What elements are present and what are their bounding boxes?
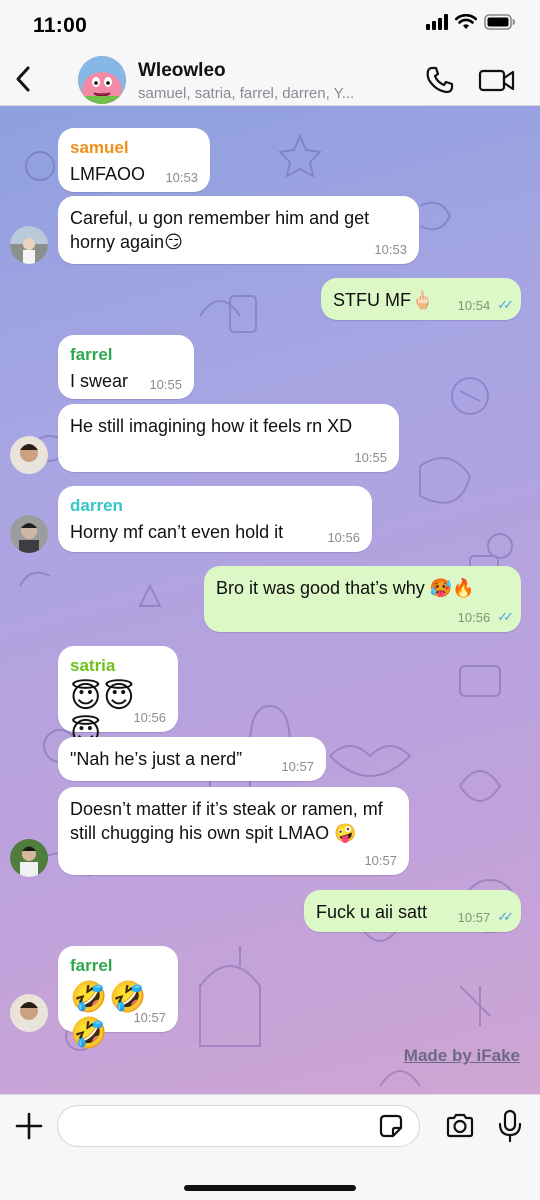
back-button[interactable] <box>8 60 38 98</box>
message-text: Doesn’t matter if it’s steak or ramen, m… <box>70 799 383 843</box>
message-time: 10:57 <box>281 759 314 774</box>
camera-button[interactable] <box>444 1110 476 1142</box>
message-bubble[interactable]: samuel LMFAOO 10:53 <box>58 128 210 192</box>
message-text: He still imagining how it feels rn XD <box>70 416 353 436</box>
battery-icon <box>484 14 515 30</box>
double-check-icon: ✓✓ <box>497 609 514 624</box>
message-sender: samuel <box>70 138 129 157</box>
photo-avatar-icon <box>10 436 48 474</box>
microphone-button[interactable] <box>496 1108 524 1144</box>
sender-avatar[interactable] <box>10 436 48 474</box>
chat-header: Wleowleo samuel, satria, farrel, darren,… <box>0 52 540 106</box>
message-text: Bro it was good that’s why 🥵🔥 <box>216 578 475 598</box>
watermark: Made by iFake <box>403 1046 520 1065</box>
message-meta: 10:56 ✓✓ <box>457 609 514 625</box>
message-sender: darren <box>70 496 123 515</box>
sender-avatar[interactable] <box>10 515 48 553</box>
message-time: 10:56 <box>457 609 491 625</box>
message-time: 10:56 <box>133 710 166 725</box>
sender-avatar[interactable] <box>10 226 48 264</box>
message-bubble[interactable]: He still imagining how it feels rn XD 10… <box>58 404 399 472</box>
status-bar: 11:00 <box>0 0 540 52</box>
voice-call-button[interactable] <box>424 64 456 96</box>
wifi-icon <box>455 14 477 29</box>
message-time: 10:53 <box>165 170 198 185</box>
message-text: Fuck u aii satt <box>316 902 428 922</box>
message-input[interactable] <box>57 1105 420 1147</box>
chevron-left-icon <box>16 66 30 92</box>
home-indicator[interactable] <box>184 1185 356 1191</box>
message-text: Careful, u gon remember him and get horn… <box>70 208 370 252</box>
photo-avatar-icon <box>10 839 48 877</box>
photo-avatar-icon <box>10 515 48 553</box>
message-text: "Nah he’s just a nerd” <box>70 749 243 769</box>
message-time: 10:53 <box>374 242 407 257</box>
message-time: 10:57 <box>457 909 491 925</box>
message-bubble[interactable]: satria 😇😇😇 10:56 <box>58 646 178 751</box>
status-icons <box>426 14 516 30</box>
message-text: Horny mf can’t even hold it <box>70 522 284 542</box>
message-bubble[interactable]: Careful, u gon remember him and get horn… <box>58 196 419 264</box>
plus-icon <box>15 1112 43 1140</box>
sticker-button[interactable] <box>377 1112 405 1140</box>
chat-area[interactable]: samuel LMFAOO 10:53 Careful, u gon remem… <box>0 106 540 1094</box>
message-bubble-outgoing[interactable]: STFU MF🖕🏻 10:54 ✓✓ <box>321 278 521 320</box>
message-bubble[interactable]: Doesn’t matter if it’s steak or ramen, m… <box>58 787 409 875</box>
message-bubble[interactable]: darren Horny mf can’t even hold it 10:56 <box>58 486 372 552</box>
message-bubble[interactable]: farrel I swear 10:55 <box>58 335 194 399</box>
group-name[interactable]: Wleowleo <box>138 60 226 82</box>
microphone-icon <box>498 1109 522 1143</box>
camera-icon <box>446 1113 474 1138</box>
message-bubble[interactable]: farrel 🤣🤣🤣 10:57 <box>58 946 178 1051</box>
message-bubble[interactable]: "Nah he’s just a nerd” 10:57 <box>58 737 326 781</box>
message-time: 10:55 <box>354 450 387 465</box>
group-avatar[interactable] <box>78 56 126 104</box>
sticker-icon <box>379 1114 403 1138</box>
message-meta: 10:54 ✓✓ <box>457 297 514 313</box>
photo-avatar-icon <box>10 226 48 264</box>
message-text: LMFAOO <box>70 164 146 184</box>
sender-avatar[interactable] <box>10 839 48 877</box>
double-check-icon: ✓✓ <box>497 909 514 924</box>
message-bubble-outgoing[interactable]: Fuck u aii satt 10:57 ✓✓ <box>304 890 521 932</box>
video-call-button[interactable] <box>478 64 516 96</box>
status-time: 11:00 <box>33 14 88 37</box>
message-text: STFU MF🖕🏻 <box>333 290 434 310</box>
message-sender: farrel <box>70 345 113 364</box>
cartoon-avatar-icon <box>78 56 126 104</box>
message-time: 10:57 <box>364 853 397 868</box>
signal-icon <box>426 14 448 30</box>
message-text: I swear <box>70 371 129 391</box>
double-check-icon: ✓✓ <box>497 297 514 312</box>
message-time: 10:54 <box>457 297 491 313</box>
sender-avatar[interactable] <box>10 994 48 1032</box>
attach-button[interactable] <box>14 1111 44 1141</box>
video-camera-icon <box>478 69 515 92</box>
message-time: 10:56 <box>327 530 360 545</box>
message-meta: 10:57 ✓✓ <box>457 909 514 925</box>
message-time: 10:57 <box>133 1010 166 1025</box>
message-composer <box>0 1094 540 1200</box>
photo-avatar-icon <box>10 994 48 1032</box>
message-sender: farrel <box>70 956 113 975</box>
message-bubble-outgoing[interactable]: Bro it was good that’s why 🥵🔥 10:56 ✓✓ <box>204 566 521 632</box>
message-time: 10:55 <box>149 377 182 392</box>
group-members[interactable]: samuel, satria, farrel, darren, Y... <box>138 85 414 102</box>
phone-icon <box>426 66 454 94</box>
message-sender: satria <box>70 656 116 675</box>
